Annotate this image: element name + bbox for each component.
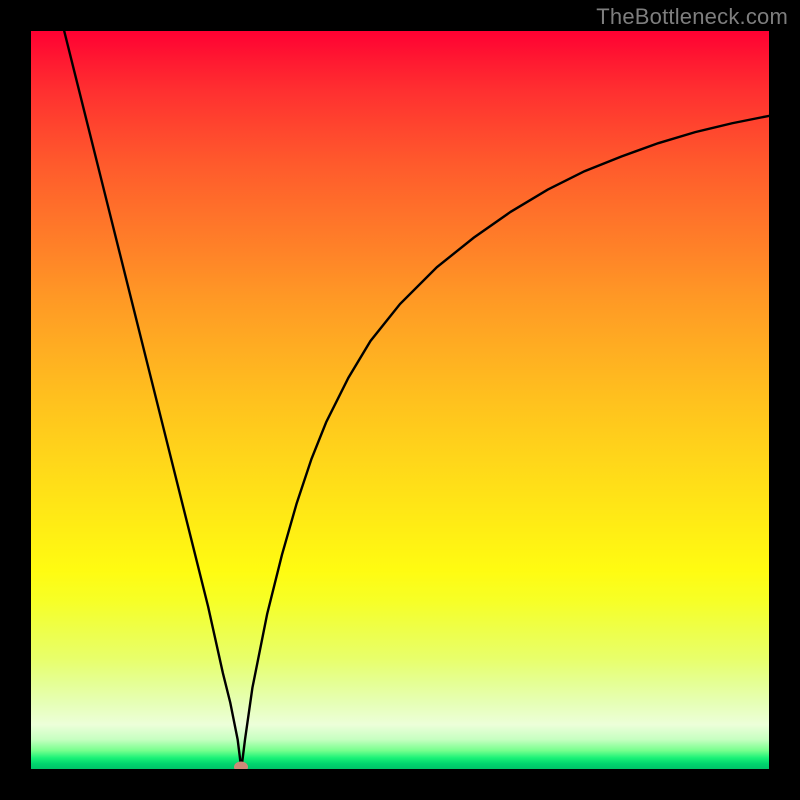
plot-area — [31, 31, 769, 769]
watermark-text: TheBottleneck.com — [596, 4, 788, 30]
min-marker-icon — [234, 762, 248, 770]
curve-path — [64, 31, 769, 769]
bottleneck-curve — [31, 31, 769, 769]
chart-frame: TheBottleneck.com — [0, 0, 800, 800]
